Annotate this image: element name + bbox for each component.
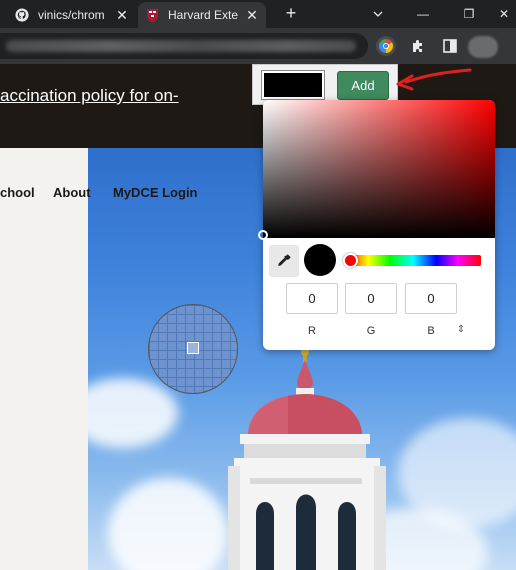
swatch-fill (264, 73, 322, 97)
tab-title: vinics/chrom (38, 8, 105, 22)
eyedropper-magnifier (148, 304, 238, 394)
close-icon[interactable]: ✕ (114, 7, 130, 24)
saturation-value-area[interactable] (263, 100, 495, 238)
red-input[interactable]: 0 (286, 283, 338, 314)
profile-avatar[interactable] (468, 36, 498, 58)
close-icon[interactable]: ✕ (244, 7, 260, 24)
extensions-puzzle-icon[interactable] (408, 36, 428, 56)
current-color-swatch[interactable] (261, 70, 325, 100)
nav-link-about[interactable]: About (53, 185, 91, 200)
saturation-handle[interactable] (258, 230, 268, 240)
nav-link-mydce-login[interactable]: MyDCE Login (113, 185, 198, 200)
tab-harvard-extension[interactable]: Harvard Exte ✕ (138, 2, 266, 28)
color-preview (304, 244, 336, 276)
color-mode-toggle[interactable]: ⇕ (455, 324, 467, 335)
green-label: G (366, 325, 376, 337)
address-bar[interactable] (0, 33, 368, 59)
extension-popup-header: Add (252, 64, 398, 105)
chevron-down-icon[interactable] (355, 0, 401, 28)
minimize-button[interactable]: — (400, 0, 446, 28)
hue-handle[interactable] (343, 253, 358, 268)
magnifier-center-pixel (187, 342, 199, 354)
color-picker-extension-icon[interactable] (376, 36, 396, 56)
green-input[interactable]: 0 (345, 283, 397, 314)
blue-input[interactable]: 0 (405, 283, 457, 314)
red-label: R (308, 325, 316, 337)
new-tab-button[interactable]: + (280, 3, 302, 25)
window-close-button[interactable]: ✕ (492, 0, 516, 28)
harvard-shield-icon (144, 7, 160, 23)
restore-button[interactable]: ❐ (446, 0, 492, 28)
hue-slider[interactable] (345, 255, 481, 266)
tab-github[interactable]: vinics/chrom ✕ (8, 2, 136, 28)
blurred-url (6, 40, 356, 52)
eyedropper-icon[interactable] (269, 245, 299, 277)
blue-label: B (427, 325, 435, 337)
side-panel-icon[interactable] (440, 36, 460, 56)
browser-toolbar (0, 28, 516, 64)
browser-tab-strip: vinics/chrom ✕ Harvard Exte ✕ + — ❐ ✕ (0, 0, 516, 28)
site-nav-background (0, 148, 88, 570)
announcement-link[interactable]: accination policy for on- (0, 86, 179, 106)
add-button[interactable]: Add (337, 71, 389, 100)
tab-title: Harvard Exte (168, 8, 239, 22)
nav-link-school[interactable]: chool (0, 185, 35, 200)
color-picker-panel: 0 0 0 R G B ⇕ (258, 100, 495, 350)
github-icon (14, 7, 30, 23)
annotation-arrow-icon (396, 68, 472, 91)
